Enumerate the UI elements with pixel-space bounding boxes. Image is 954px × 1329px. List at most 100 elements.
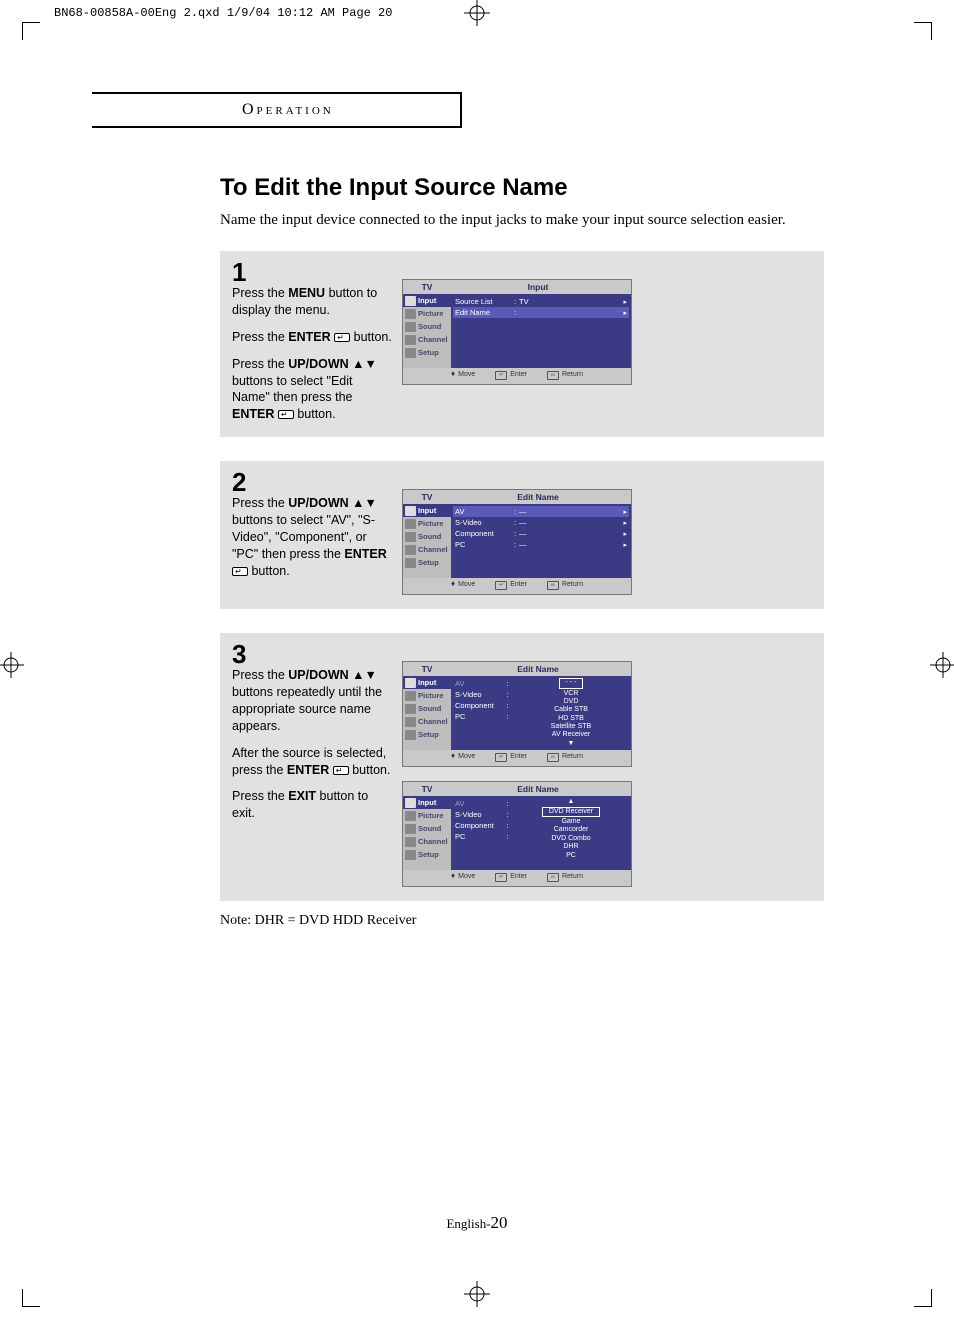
osd-footer: Move Enter Return bbox=[403, 750, 631, 766]
osd-side-sound: Sound bbox=[403, 702, 451, 715]
osd-row: S-Video:—▸ bbox=[453, 517, 629, 528]
input-icon bbox=[405, 506, 416, 516]
osd-footer-move: Move bbox=[451, 581, 475, 590]
step-number: 1 bbox=[232, 259, 392, 285]
print-mark-text: BN68-00858A-00Eng 2.qxd 1/9/04 10:12 AM … bbox=[54, 6, 392, 20]
osd-footer: Move Enter Return bbox=[403, 870, 631, 886]
step-text: Press the UP/DOWN ▲▼ buttons to select "… bbox=[232, 495, 392, 579]
sound-icon bbox=[405, 322, 416, 332]
section-header: Operation bbox=[242, 101, 334, 119]
enter-icon bbox=[334, 333, 350, 342]
setup-icon bbox=[405, 558, 416, 568]
sound-icon bbox=[405, 824, 416, 834]
setup-icon bbox=[405, 730, 416, 740]
osd-side-input: Input bbox=[403, 676, 451, 689]
osd-side-sound: Sound bbox=[403, 320, 451, 333]
osd-side-picture: Picture bbox=[403, 689, 451, 702]
osd-option: VCR bbox=[564, 690, 579, 698]
enter-icon bbox=[333, 766, 349, 775]
osd-footer: Move Enter Return bbox=[403, 578, 631, 594]
osd-footer-return: Return bbox=[547, 371, 583, 380]
step-number: 2 bbox=[232, 469, 392, 495]
step-text: Press the ENTER button. bbox=[232, 329, 392, 346]
cropmark-icon bbox=[22, 22, 44, 44]
osd-footer-move: Move bbox=[451, 371, 475, 380]
osd-header: TV Edit Name bbox=[403, 662, 631, 676]
picture-icon bbox=[405, 691, 416, 701]
osd-option: ▲ bbox=[568, 798, 575, 806]
osd-value-column: ▲DVD ReceiverGameCamcorderDVD ComboDHRPC bbox=[513, 798, 629, 868]
step-text: Press the EXIT button to exit. bbox=[232, 788, 392, 822]
osd-side-input: Input bbox=[403, 796, 451, 809]
osd-side-sound: Sound bbox=[403, 530, 451, 543]
osd-option: HD STB bbox=[558, 715, 584, 723]
osd-side-picture: Picture bbox=[403, 307, 451, 320]
osd-side-sound: Sound bbox=[403, 822, 451, 835]
sound-icon bbox=[405, 704, 416, 714]
enter-icon bbox=[278, 410, 294, 419]
osd-footer-enter: Enter bbox=[495, 581, 527, 590]
cropmark-icon bbox=[910, 22, 932, 44]
osd-selected-value: DVD Receiver bbox=[542, 807, 600, 817]
osd-footer-move: Move bbox=[451, 873, 475, 882]
osd-row: Component:—▸ bbox=[453, 528, 629, 539]
step-text: After the source is selected, press the … bbox=[232, 745, 392, 779]
step-text: Press the MENU button to display the men… bbox=[232, 285, 392, 319]
osd-header: TV Edit Name bbox=[403, 490, 631, 504]
registration-mark-icon bbox=[0, 652, 24, 678]
osd-footer-return: Return bbox=[547, 753, 583, 762]
osd-side-channel: Channel bbox=[403, 543, 451, 556]
enter-icon bbox=[232, 567, 248, 576]
osd-option: Satellite STB bbox=[551, 723, 591, 731]
osd-row: AV: bbox=[453, 678, 513, 689]
osd-screenshot: TV Edit Name Input Picture Sound Channel… bbox=[402, 489, 632, 595]
osd-footer-return: Return bbox=[547, 873, 583, 882]
osd-row: Component: bbox=[453, 700, 513, 711]
osd-row: AV:—▸ bbox=[453, 506, 629, 517]
input-icon bbox=[405, 678, 416, 688]
osd-side-setup: Setup bbox=[403, 556, 451, 569]
osd-footer-return: Return bbox=[547, 581, 583, 590]
osd-footer-enter: Enter bbox=[495, 371, 527, 380]
osd-side-input: Input bbox=[403, 294, 451, 307]
osd-selected-value: - - - bbox=[559, 678, 584, 688]
osd-option: Camcorder bbox=[554, 826, 589, 834]
input-icon bbox=[405, 798, 416, 808]
input-icon bbox=[405, 296, 416, 306]
osd-footer-move: Move bbox=[451, 753, 475, 762]
osd-option: DVD bbox=[564, 698, 579, 706]
osd-footer-enter: Enter bbox=[495, 873, 527, 882]
osd-option: AV Receiver bbox=[552, 731, 590, 739]
osd-side-setup: Setup bbox=[403, 848, 451, 861]
osd-row: S-Video: bbox=[453, 689, 513, 700]
osd-header-left: TV bbox=[403, 664, 451, 674]
osd-option: Cable STB bbox=[554, 706, 588, 714]
osd-row: PC: bbox=[453, 711, 513, 722]
registration-mark-icon bbox=[930, 652, 954, 678]
osd-side-picture: Picture bbox=[403, 809, 451, 822]
osd-option: ▼ bbox=[568, 740, 575, 748]
osd-value-column: - - - VCRDVDCable STBHD STBSatellite STBA… bbox=[513, 678, 629, 748]
osd-side-input: Input bbox=[403, 504, 451, 517]
osd-option: DHR bbox=[563, 843, 578, 851]
osd-screenshot: TV Edit Name Input Picture Sound Channel… bbox=[402, 661, 632, 767]
note-text: Note: DHR = DVD HDD Receiver bbox=[220, 913, 860, 929]
channel-icon bbox=[405, 837, 416, 847]
channel-icon bbox=[405, 545, 416, 555]
osd-header: TV Input bbox=[403, 280, 631, 294]
step-text: Press the UP/DOWN ▲▼ buttons to select "… bbox=[232, 356, 392, 424]
osd-row: Edit Name:▸ bbox=[453, 307, 629, 318]
registration-mark-icon bbox=[464, 0, 490, 26]
osd-side-picture: Picture bbox=[403, 517, 451, 530]
osd-side-setup: Setup bbox=[403, 728, 451, 741]
setup-icon bbox=[405, 348, 416, 358]
osd-row: PC: bbox=[453, 831, 513, 842]
osd-footer-enter: Enter bbox=[495, 753, 527, 762]
osd-side-channel: Channel bbox=[403, 715, 451, 728]
osd-option: Game bbox=[561, 818, 580, 826]
print-mark: BN68-00858A-00Eng 2.qxd 1/9/04 10:12 AM … bbox=[54, 6, 392, 20]
osd-row: PC:—▸ bbox=[453, 539, 629, 550]
picture-icon bbox=[405, 811, 416, 821]
osd-header-title: Input bbox=[451, 282, 631, 292]
step-2: 2 Press the UP/DOWN ▲▼ buttons to select… bbox=[220, 461, 824, 609]
